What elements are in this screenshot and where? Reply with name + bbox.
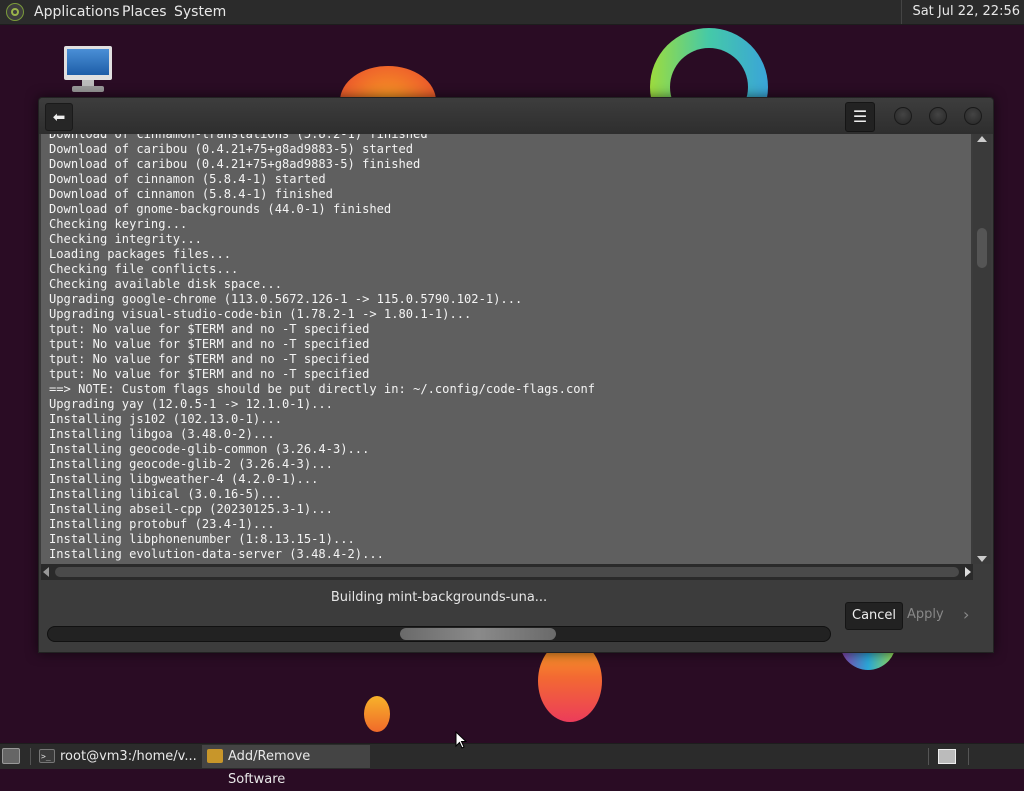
places-menu[interactable]: Places	[122, 0, 167, 24]
terminal-line: Installing libical (3.0.16-5)...	[49, 487, 282, 501]
menu-button[interactable]: ☰	[845, 102, 875, 132]
scroll-right-icon[interactable]	[965, 567, 971, 577]
progress-bar	[47, 626, 831, 642]
terminal-line: Download of cinnamon (5.8.4-1) started	[49, 172, 326, 186]
bottom-taskbar: root@vm3:/home/v... Add/Remove Software	[0, 743, 1024, 787]
back-arrow-icon: ⬅︎	[52, 108, 66, 126]
terminal-output: Download of cinnamon-translations (5.8.2…	[49, 134, 595, 562]
next-button[interactable]: ›	[957, 602, 975, 628]
scroll-down-icon[interactable]	[977, 556, 987, 562]
terminal-line: Checking keyring...	[49, 217, 188, 231]
taskbar-item-label: root@vm3:/home/v...	[60, 749, 197, 764]
terminal-line: Installing abseil-cpp (20230125.3-1)...	[49, 502, 333, 516]
horizontal-scrollbar[interactable]	[41, 564, 973, 580]
distro-logo-icon[interactable]	[6, 3, 24, 21]
terminal-line: Checking integrity...	[49, 232, 202, 246]
terminal-line: Installing js102 (102.13.0-1)...	[49, 412, 282, 426]
terminal-line: Loading packages files...	[49, 247, 232, 261]
terminal-line: Checking available disk space...	[49, 277, 282, 291]
scrollbar-thumb[interactable]	[977, 228, 987, 268]
terminal-line: tput: No value for $TERM and no -T speci…	[49, 352, 370, 366]
terminal-line: Download of caribou (0.4.21+75+g8ad9883-…	[49, 142, 414, 156]
terminal-line: Installing geocode-glib-2 (3.26.4-3)...	[49, 457, 333, 471]
terminal-line: tput: No value for $TERM and no -T speci…	[49, 367, 370, 381]
scrollbar-thumb[interactable]	[55, 567, 959, 577]
terminal-line: tput: No value for $TERM and no -T speci…	[49, 322, 370, 336]
computer-desktop-icon[interactable]	[64, 46, 112, 94]
terminal-line: Download of cinnamon-translations (5.8.2…	[49, 134, 428, 141]
chevron-right-icon: ›	[963, 605, 970, 624]
scroll-up-icon[interactable]	[977, 136, 987, 142]
maximize-button[interactable]	[929, 107, 947, 125]
clock[interactable]: Sat Jul 22, 22:56	[901, 0, 1020, 24]
terminal-icon	[39, 745, 55, 768]
status-text: Building mint-backgrounds-una...	[330, 590, 548, 605]
minimize-button[interactable]	[894, 107, 912, 125]
terminal-line: Checking file conflicts...	[49, 262, 239, 276]
workspace-switcher[interactable]	[938, 749, 956, 764]
terminal-line: Installing protobuf (23.4-1)...	[49, 517, 275, 531]
cancel-button[interactable]: Cancel	[845, 602, 904, 630]
terminal-line: Installing geocode-glib-common (3.26.4-3…	[49, 442, 370, 456]
terminal-line: Installing evolution-data-server (3.48.4…	[49, 547, 384, 561]
progress-pulse	[400, 628, 556, 640]
taskbar-item-terminal[interactable]: root@vm3:/home/v...	[34, 745, 200, 768]
applications-menu[interactable]: Applications	[34, 0, 120, 24]
terminal-line: Installing libgoa (3.48.0-2)...	[49, 427, 275, 441]
terminal-line: Download of caribou (0.4.21+75+g8ad9883-…	[49, 157, 421, 171]
taskbar-item-add-remove-software[interactable]: Add/Remove Software	[202, 745, 370, 787]
top-panel: Applications Places System Sat Jul 22, 2…	[0, 0, 1024, 25]
terminal-line: tput: No value for $TERM and no -T speci…	[49, 337, 370, 351]
transaction-log[interactable]: Download of cinnamon-translations (5.8.2…	[41, 134, 971, 564]
mouse-pointer-icon	[455, 731, 467, 749]
vertical-scrollbar[interactable]	[973, 134, 991, 564]
system-menu[interactable]: System	[174, 0, 226, 24]
apply-button[interactable]: Apply	[901, 602, 950, 628]
terminal-line: Installing libgweather-4 (4.2.0-1)...	[49, 472, 319, 486]
close-button[interactable]	[964, 107, 982, 125]
scroll-left-icon[interactable]	[43, 567, 49, 577]
wallpaper-orange-dot	[364, 696, 390, 732]
terminal-line: Download of gnome-backgrounds (44.0-1) f…	[49, 202, 392, 216]
add-remove-software-window: ⬅︎ ☰ Download of cinnamon-translations (…	[38, 97, 994, 653]
terminal-line: Download of cinnamon (5.8.4-1) finished	[49, 187, 333, 201]
progress-area: Building mint-backgrounds-una... Cancel …	[39, 580, 993, 652]
terminal-line: Installing libphonenumber (1:8.13.15-1).…	[49, 532, 355, 546]
window-titlebar[interactable]: ⬅︎ ☰	[39, 98, 993, 134]
monitor-icon	[64, 46, 112, 80]
terminal-line: Upgrading google-chrome (113.0.5672.126-…	[49, 292, 523, 306]
hamburger-menu-icon: ☰	[852, 107, 868, 126]
package-icon	[207, 749, 223, 763]
terminal-line: Upgrading visual-studio-code-bin (1.78.2…	[49, 307, 472, 321]
terminal-line: ==> NOTE: Custom flags should be put dir…	[49, 382, 596, 396]
taskbar-item-label: Add/Remove Software	[228, 749, 311, 787]
back-button[interactable]: ⬅︎	[45, 103, 73, 131]
show-desktop-icon[interactable]	[2, 748, 20, 764]
terminal-line: Upgrading yay (12.0.5-1 -> 12.1.0-1)...	[49, 397, 333, 411]
